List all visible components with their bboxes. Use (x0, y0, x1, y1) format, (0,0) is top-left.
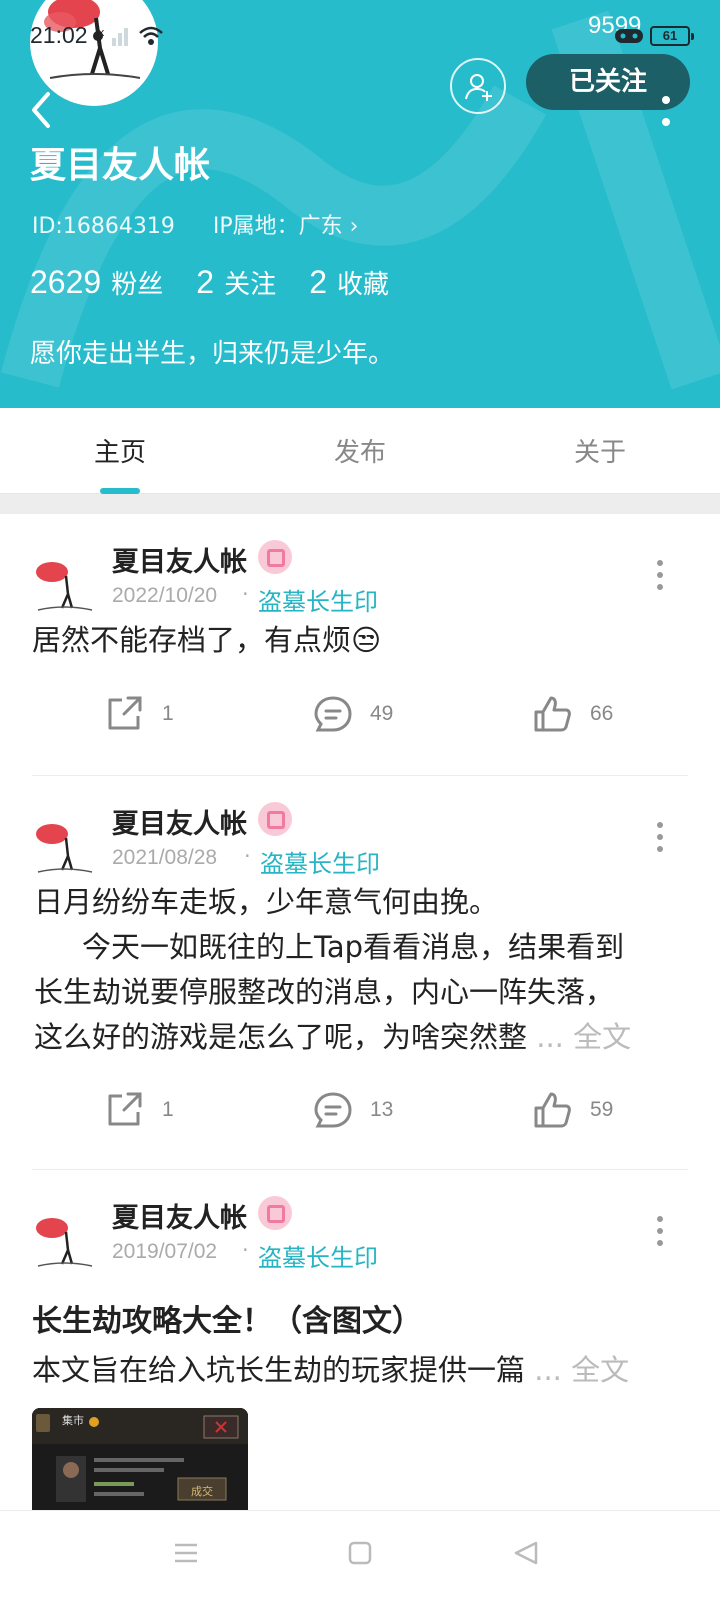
share-count: 1 (162, 1098, 174, 1121)
post-actions: 1 13 59 (32, 1086, 720, 1136)
post-card[interactable]: 夏目友人帐 2021/08/28 · 盗墓长生印 日月纷纷车走坂，少年意气何由挽… (32, 776, 688, 1170)
add-user-icon (465, 74, 492, 101)
share-icon (108, 696, 142, 730)
section-divider (0, 494, 720, 514)
meta-separator: · (244, 844, 251, 868)
post-actions: 1 49 66 (32, 690, 720, 740)
post-author[interactable]: 夏目友人帐 (112, 1196, 247, 1235)
profile-header: 21:02 x 9599 61 已关注 夏目友人帐 ID:16864319 IP… (0, 0, 720, 408)
post-image[interactable]: 集市 成交 (32, 1408, 248, 1510)
tab-home[interactable]: 主页 (50, 432, 190, 469)
creator-badge-icon (258, 540, 292, 574)
thumb-title: 集市 (62, 1414, 84, 1427)
wifi-icon (139, 26, 163, 45)
comment-button[interactable]: 49 (312, 690, 432, 740)
comment-icon (314, 1092, 352, 1128)
profile-username: 夏目友人帐 (30, 145, 211, 186)
post-more-icon[interactable] (656, 560, 664, 594)
post-avatar[interactable] (32, 554, 96, 618)
post-line: 今天一如既往的上Tap看看消息，结果看到 (82, 930, 625, 964)
stat-following[interactable]: 2 关注 (196, 264, 276, 301)
comment-button[interactable]: 13 (312, 1086, 432, 1136)
profile-stats: 2629 粉丝 2 关注 2 收藏 (30, 264, 417, 301)
share-button[interactable]: 1 (104, 1086, 224, 1136)
profile-meta: ID:16864319 IP属地：广东 › (32, 208, 396, 240)
thumb-button-label: 成交 (191, 1485, 213, 1498)
share-button[interactable]: 1 (104, 690, 224, 740)
post-avatar[interactable] (32, 1210, 96, 1274)
like-count: 59 (590, 1098, 614, 1121)
post-date: 2019/07/02 (112, 1240, 218, 1263)
add-friend-button[interactable] (450, 58, 506, 114)
post-feed[interactable]: 夏目友人帐 2022/10/20 · 盗墓长生印 居然不能存档了，有点烦😒 1 … (0, 514, 720, 1510)
profile-id: ID:16864319 (32, 214, 175, 239)
post-text: 日月纷纷车走坂，少年意气何由挽。 今天一如既往的上Tap看看消息，结果看到 长生… (34, 880, 694, 1060)
game-mode-icon (615, 29, 643, 43)
post-more-icon[interactable] (656, 822, 664, 856)
back-icon[interactable] (512, 1539, 540, 1567)
like-count: 66 (590, 702, 614, 725)
creator-badge-icon (258, 1196, 292, 1230)
comment-icon (314, 696, 352, 732)
post-card[interactable]: 夏目友人帐 2022/10/20 · 盗墓长生印 居然不能存档了，有点烦😒 1 … (32, 514, 688, 776)
meta-separator: · (242, 582, 249, 606)
read-more-link[interactable]: ... 全文 (536, 1020, 631, 1054)
post-line: 长生劫说要停服整改的消息，内心一阵失落， (34, 975, 615, 1009)
post-game-tag[interactable]: 盗墓长生印 (260, 844, 380, 879)
post-date: 2022/10/20 (112, 584, 218, 607)
post-more-icon[interactable] (656, 1216, 664, 1250)
thumbs-up-icon (534, 696, 571, 732)
post-text: 本文旨在给入坑长生劫的玩家提供一篇 ... 全文 (32, 1353, 630, 1387)
post-author[interactable]: 夏目友人帐 (112, 540, 247, 579)
back-arrow-icon[interactable] (28, 90, 54, 130)
post-avatar[interactable] (32, 816, 96, 880)
battery-indicator: 61 (650, 26, 694, 46)
like-button[interactable]: 59 (532, 1086, 652, 1136)
more-options-icon[interactable] (660, 96, 672, 130)
post-date: 2021/08/28 (112, 846, 218, 869)
read-more-link[interactable]: ... 全文 (534, 1353, 629, 1387)
meta-separator: · (242, 1238, 249, 1262)
post-game-tag[interactable]: 盗墓长生印 (258, 1238, 378, 1273)
share-icon (108, 1092, 142, 1126)
signal-icon: x (98, 26, 128, 46)
profile-bio: 愿你走出半生，归来仍是少年。 (30, 339, 395, 369)
thumbs-up-icon (534, 1092, 571, 1128)
comment-count: 49 (370, 702, 394, 725)
creator-badge-icon (258, 802, 292, 836)
status-bar: 21:02 x 9599 61 (0, 12, 720, 54)
tab-about[interactable]: 关于 (530, 432, 670, 469)
post-author[interactable]: 夏目友人帐 (112, 802, 247, 841)
post-card[interactable]: 夏目友人帐 2019/07/02 · 盗墓长生印 长生劫攻略大全！（含图文） 本… (32, 1170, 688, 1510)
stat-fans[interactable]: 2629 粉丝 (30, 264, 163, 301)
post-line: 日月纷纷车走坂，少年意气何由挽。 (34, 885, 499, 919)
status-time: 21:02 (30, 22, 88, 48)
like-button[interactable]: 66 (532, 690, 652, 740)
profile-tabs: 主页 发布 关于 (0, 408, 720, 494)
post-title[interactable]: 长生劫攻略大全！（含图文） (32, 1296, 422, 1340)
menu-icon[interactable] (172, 1539, 200, 1567)
ip-location-link[interactable]: IP属地：广东 › (213, 214, 359, 239)
system-nav-bar (0, 1510, 720, 1600)
home-icon[interactable] (346, 1539, 374, 1567)
post-line: 这么好的游戏是怎么了呢，为啥突然整 ... 全文 (34, 1020, 632, 1054)
post-text: 居然不能存档了，有点烦😒 (32, 623, 382, 657)
share-count: 1 (162, 702, 174, 725)
stat-collections[interactable]: 2 收藏 (309, 264, 389, 301)
comment-count: 13 (370, 1098, 394, 1121)
tab-posts[interactable]: 发布 (290, 432, 430, 469)
svg-text:x: x (98, 26, 105, 39)
post-game-tag[interactable]: 盗墓长生印 (258, 582, 378, 617)
